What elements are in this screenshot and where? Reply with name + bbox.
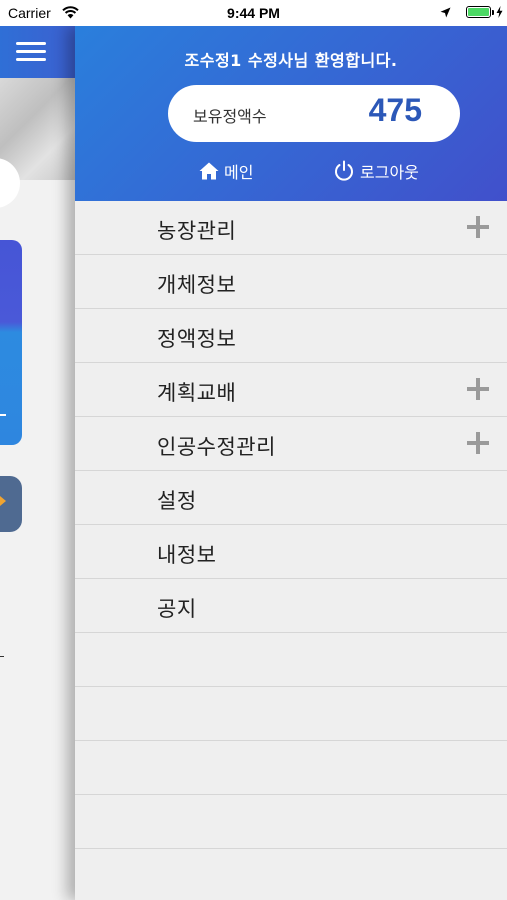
menu-item-label: 내정보 [157, 543, 217, 567]
plus-icon[interactable] [467, 432, 489, 454]
menu-item-label: 인공수정관리 [157, 435, 276, 459]
menu-item-label: 농장관리 [157, 219, 237, 243]
menu-item-insemination-management[interactable]: 인공수정관리 [75, 417, 507, 471]
menu-item-settings[interactable]: 설정 [75, 471, 507, 525]
main-link[interactable]: 메인 [199, 159, 253, 183]
menu-item-animal-info[interactable]: 개체정보 [75, 255, 507, 309]
drawer-header: 조수정1 수정사님 환영합니다. 보유정액수 475 메인 로그아웃 [75, 26, 507, 201]
main-link-label: 메인 [224, 163, 254, 182]
logout-link[interactable]: 로그아웃 [333, 159, 419, 183]
menu-empty-row [75, 687, 507, 741]
menu-item-label: 공지 [157, 597, 197, 621]
power-icon [335, 160, 353, 181]
plus-icon[interactable] [467, 216, 489, 238]
menu-item-my-info[interactable]: 내정보 [75, 525, 507, 579]
menu-item-planned-breeding[interactable]: 계획교배 [75, 363, 507, 417]
status-time: 9:44 PM [227, 5, 280, 21]
divider [0, 656, 4, 657]
battery-tip [492, 10, 494, 15]
charging-icon [496, 6, 503, 18]
drawer-menu: 농장관리 개체정보 정액정보 계획교배 인공수정관리 설정 내정보 공지 [75, 201, 507, 849]
card-marker [0, 414, 6, 416]
balance-box: 보유정액수 475 [168, 85, 460, 142]
plus-icon[interactable] [467, 378, 489, 400]
logout-link-label: 로그아웃 [360, 163, 419, 182]
home-icon [199, 162, 219, 180]
background-app [0, 0, 75, 900]
menu-empty-row [75, 795, 507, 849]
menu-item-label: 계획교배 [157, 381, 237, 405]
action-button[interactable] [0, 476, 22, 532]
menu-item-label: 개체정보 [157, 273, 237, 297]
balance-label: 보유정액수 [193, 107, 267, 126]
menu-icon[interactable] [16, 42, 46, 62]
welcome-message: 조수정1 수정사님 환영합니다. [184, 51, 398, 70]
location-icon [440, 7, 451, 18]
app-header [0, 26, 75, 78]
menu-empty-row [75, 741, 507, 795]
menu-item-farm-management[interactable]: 농장관리 [75, 201, 507, 255]
menu-item-label: 정액정보 [157, 327, 237, 351]
menu-item-notice[interactable]: 공지 [75, 579, 507, 633]
side-drawer: 조수정1 수정사님 환영합니다. 보유정액수 475 메인 로그아웃 농장관리 … [75, 26, 507, 900]
balance-value: 475 [368, 92, 422, 128]
menu-empty-row [75, 633, 507, 687]
status-bar: Carrier 9:44 PM [0, 0, 507, 26]
battery-icon [466, 6, 491, 18]
menu-item-label: 설정 [157, 489, 197, 513]
menu-item-semen-info[interactable]: 정액정보 [75, 309, 507, 363]
